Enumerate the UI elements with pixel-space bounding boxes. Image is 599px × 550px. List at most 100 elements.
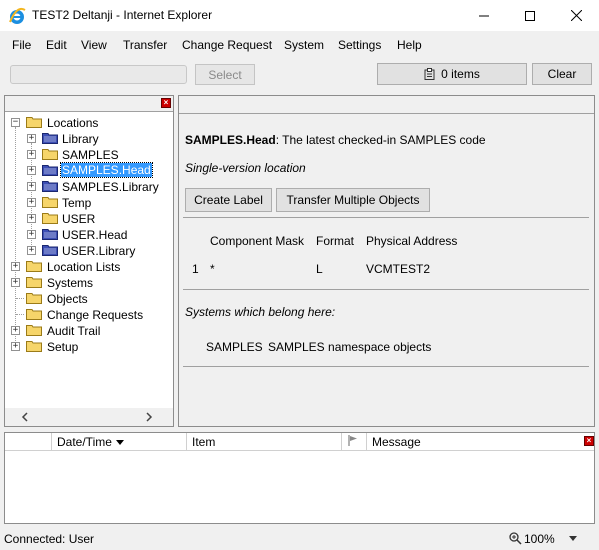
folder-icon — [42, 213, 58, 224]
folder-icon — [42, 149, 58, 160]
tree-label: USER.Library — [62, 244, 136, 258]
tree-line — [16, 314, 24, 315]
zoom-dropdown-icon[interactable] — [569, 536, 577, 541]
expand-icon[interactable]: + — [11, 326, 20, 335]
log-column-item[interactable]: Item — [187, 433, 342, 451]
minimize-icon — [479, 15, 489, 16]
location-heading: SAMPLES.Head: The latest checked-in SAMP… — [185, 133, 486, 147]
folder-blue-icon — [42, 133, 58, 144]
maximize-button[interactable] — [507, 0, 553, 31]
row-format: L — [316, 262, 323, 276]
folder-icon — [26, 325, 42, 336]
horizontal-scrollbar[interactable] — [5, 408, 173, 426]
create-label-button[interactable]: Create Label — [185, 188, 272, 212]
zoom-icon[interactable] — [509, 532, 522, 545]
menu-change-request[interactable]: Change Request — [182, 38, 272, 52]
tree-label: USER — [62, 212, 96, 226]
message-log-pane: Date/Time Item Message × — [4, 432, 595, 524]
expand-icon[interactable]: + — [27, 230, 36, 239]
expand-icon[interactable]: + — [27, 150, 36, 159]
tree-label: Temp — [62, 196, 92, 210]
row-component-mask: * — [210, 262, 215, 276]
system-name[interactable]: SAMPLES — [206, 340, 263, 354]
divider — [183, 366, 589, 367]
tree-label: Setup — [47, 340, 79, 354]
location-description: : The latest checked-in SAMPLES code — [275, 133, 486, 147]
close-icon — [570, 10, 582, 21]
system-description: SAMPLES namespace objects — [268, 340, 432, 354]
tree-label: Audit Trail — [47, 324, 101, 338]
clear-button[interactable]: Clear — [532, 63, 592, 85]
zoom-level[interactable]: 100% — [524, 532, 555, 546]
menu-file[interactable]: File — [12, 38, 31, 52]
folder-icon — [26, 261, 42, 272]
menu-transfer[interactable]: Transfer — [123, 38, 167, 52]
systems-heading: Systems which belong here: — [185, 305, 336, 319]
folder-blue-icon — [42, 165, 58, 176]
minimize-button[interactable] — [461, 0, 507, 31]
sort-down-icon — [116, 440, 125, 445]
close-log-icon[interactable]: × — [584, 436, 594, 446]
location-kind: Single-version location — [185, 161, 306, 175]
menu-system[interactable]: System — [284, 38, 324, 52]
connection-status: Connected: User — [4, 532, 95, 546]
column-header-physical-address: Physical Address — [366, 234, 458, 248]
row-number: 1 — [192, 262, 199, 276]
navigation-tree-pane: × − Locations + Library + SAMPLES + SAMP… — [4, 95, 174, 427]
log-column-flag[interactable] — [342, 433, 367, 451]
maximize-icon — [525, 10, 535, 21]
close-window-button[interactable] — [553, 0, 599, 31]
expand-icon[interactable]: + — [11, 342, 20, 351]
folder-icon — [26, 309, 42, 320]
menu-help[interactable]: Help — [397, 38, 422, 52]
tree-line — [16, 298, 24, 299]
tree-pane-header: × — [5, 96, 173, 112]
tree-label: Systems — [47, 276, 94, 290]
row-physical-address: VCMTEST2 — [366, 262, 431, 276]
location-name: SAMPLES.Head — [185, 133, 276, 147]
folder-open-icon — [26, 117, 42, 128]
expand-icon[interactable]: + — [27, 214, 36, 223]
flag-icon — [348, 435, 357, 446]
log-column-message[interactable]: Message — [367, 433, 594, 451]
tree-label: Locations — [47, 116, 99, 130]
select-button[interactable]: Select — [195, 64, 255, 85]
status-bar: Connected: User 100% — [0, 528, 599, 550]
log-column-datetime[interactable]: Date/Time — [52, 433, 187, 451]
menu-view[interactable]: View — [81, 38, 107, 52]
folder-icon — [26, 277, 42, 288]
title-bar: TEST2 Deltanji - Internet Explorer — [0, 0, 599, 31]
collapse-icon[interactable]: − — [11, 118, 20, 127]
tree-label: Library — [62, 132, 99, 146]
expand-icon[interactable]: + — [11, 278, 20, 287]
expand-icon[interactable]: + — [11, 262, 20, 271]
clipboard-icon — [424, 68, 435, 80]
folder-blue-icon — [42, 229, 58, 240]
expand-icon[interactable]: + — [27, 182, 36, 191]
detail-pane: SAMPLES.Head: The latest checked-in SAMP… — [178, 95, 595, 427]
expand-icon[interactable]: + — [27, 198, 36, 207]
scroll-left-icon[interactable] — [21, 412, 29, 422]
column-label: Date/Time — [57, 435, 112, 449]
tree-label: Change Requests — [47, 308, 144, 322]
expand-icon[interactable]: + — [27, 246, 36, 255]
divider — [183, 217, 589, 218]
folder-blue-icon — [42, 245, 58, 256]
close-pane-icon[interactable]: × — [161, 98, 171, 108]
tree-label: USER.Head — [62, 228, 128, 242]
transfer-multiple-objects-button[interactable]: Transfer Multiple Objects — [276, 188, 430, 212]
tree-label: SAMPLES.Library — [62, 180, 159, 194]
column-label: Item — [192, 435, 216, 449]
expand-icon[interactable]: + — [27, 166, 36, 175]
tree-label-selected: SAMPLES.Head — [60, 162, 153, 178]
menu-settings[interactable]: Settings — [338, 38, 381, 52]
folder-icon — [42, 197, 58, 208]
internet-explorer-icon — [9, 7, 26, 24]
items-button[interactable]: 0 items — [377, 63, 527, 85]
scroll-right-icon[interactable] — [145, 412, 153, 422]
expand-icon[interactable]: + — [27, 134, 36, 143]
log-column-blank[interactable] — [5, 433, 52, 451]
folder-icon — [26, 341, 42, 352]
search-input[interactable] — [10, 65, 187, 84]
menu-edit[interactable]: Edit — [46, 38, 67, 52]
